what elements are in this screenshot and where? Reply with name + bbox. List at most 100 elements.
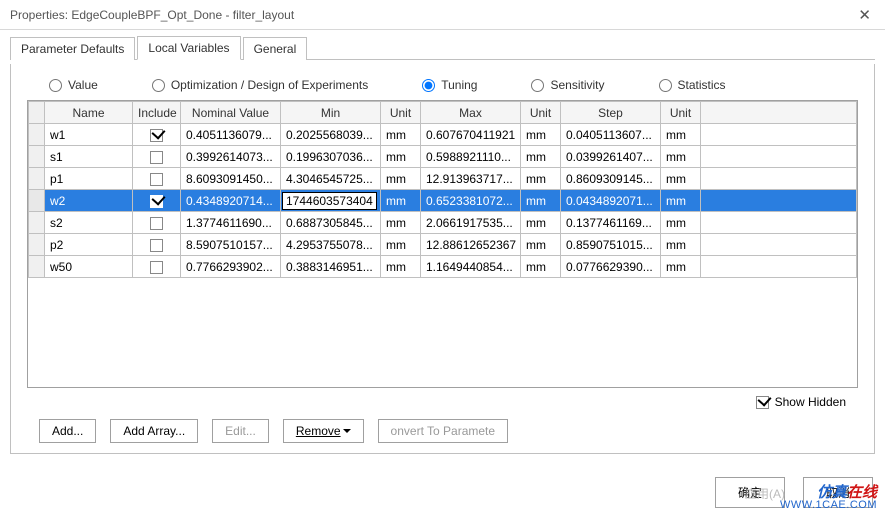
cell-include[interactable]	[133, 234, 181, 256]
min-edit-input[interactable]	[282, 192, 377, 210]
cell-include[interactable]	[133, 256, 181, 278]
cell-unit[interactable]: mm	[381, 146, 421, 168]
include-checkbox[interactable]	[150, 239, 163, 252]
cell-unit[interactable]: mm	[521, 234, 561, 256]
cell-unit[interactable]: mm	[661, 124, 701, 146]
cell-unit[interactable]: mm	[661, 146, 701, 168]
radio-sensitivity[interactable]: Sensitivity	[531, 78, 604, 92]
cell-unit[interactable]: mm	[661, 190, 701, 212]
cell-unit[interactable]: mm	[661, 256, 701, 278]
cell-max[interactable]: 0.6523381072...	[421, 190, 521, 212]
cell-step[interactable]: 0.0405113607...	[561, 124, 661, 146]
cell-min[interactable]	[281, 190, 381, 212]
cell-include[interactable]	[133, 212, 181, 234]
cell-step[interactable]: 0.1377461169...	[561, 212, 661, 234]
cell-name[interactable]: s2	[45, 212, 133, 234]
row-handle[interactable]	[29, 234, 45, 256]
cell-max[interactable]: 1.1649440854...	[421, 256, 521, 278]
ok-button[interactable]: 确定	[715, 477, 785, 508]
include-checkbox[interactable]	[150, 129, 163, 142]
remove-button[interactable]: Remove	[283, 419, 364, 443]
table-row[interactable]: w20.4348920714...mm0.6523381072...mm0.04…	[29, 190, 857, 212]
cell-max[interactable]: 0.5988921110...	[421, 146, 521, 168]
cell-unit[interactable]: mm	[381, 190, 421, 212]
convert-button[interactable]: onvert To Paramete	[378, 419, 509, 443]
cell-nominal[interactable]: 1.3774611690...	[181, 212, 281, 234]
cell-nominal[interactable]: 0.4051136079...	[181, 124, 281, 146]
cell-name[interactable]: w50	[45, 256, 133, 278]
cell-unit[interactable]: mm	[381, 168, 421, 190]
cell-max[interactable]: 0.607670411921	[421, 124, 521, 146]
include-checkbox[interactable]	[150, 195, 163, 208]
include-checkbox[interactable]	[150, 173, 163, 186]
cell-min[interactable]: 4.3046545725...	[281, 168, 381, 190]
cell-step[interactable]: 0.8590751015...	[561, 234, 661, 256]
include-checkbox[interactable]	[150, 217, 163, 230]
edit-button[interactable]: Edit...	[212, 419, 269, 443]
row-handle[interactable]	[29, 256, 45, 278]
cell-unit[interactable]: mm	[381, 124, 421, 146]
cell-include[interactable]	[133, 190, 181, 212]
cell-unit[interactable]: mm	[381, 256, 421, 278]
table-row[interactable]: w500.7766293902...0.3883146951...mm1.164…	[29, 256, 857, 278]
cell-max[interactable]: 2.0661917535...	[421, 212, 521, 234]
col-include[interactable]: Include	[133, 102, 181, 124]
cell-min[interactable]: 0.3883146951...	[281, 256, 381, 278]
col-step[interactable]: Step	[561, 102, 661, 124]
col-unit-3[interactable]: Unit	[661, 102, 701, 124]
cell-unit[interactable]: mm	[661, 212, 701, 234]
row-handle[interactable]	[29, 146, 45, 168]
tab-general[interactable]: General	[243, 37, 308, 60]
cell-name[interactable]: p2	[45, 234, 133, 256]
cell-max[interactable]: 12.913963717...	[421, 168, 521, 190]
col-min[interactable]: Min	[281, 102, 381, 124]
cell-include[interactable]	[133, 168, 181, 190]
show-hidden-checkbox[interactable]: Show Hidden	[756, 395, 846, 409]
cell-unit[interactable]: mm	[521, 146, 561, 168]
radio-optimization[interactable]: Optimization / Design of Experiments	[152, 78, 368, 92]
include-checkbox[interactable]	[150, 261, 163, 274]
cell-nominal[interactable]: 8.6093091450...	[181, 168, 281, 190]
cell-include[interactable]	[133, 146, 181, 168]
cell-name[interactable]: w1	[45, 124, 133, 146]
cell-step[interactable]: 0.0776629390...	[561, 256, 661, 278]
cell-unit[interactable]: mm	[521, 124, 561, 146]
cell-unit[interactable]: mm	[521, 256, 561, 278]
cell-unit[interactable]: mm	[381, 212, 421, 234]
radio-value[interactable]: Value	[49, 78, 98, 92]
cell-step[interactable]: 0.8609309145...	[561, 168, 661, 190]
cell-min[interactable]: 0.1996307036...	[281, 146, 381, 168]
cell-unit[interactable]: mm	[521, 168, 561, 190]
cell-include[interactable]	[133, 124, 181, 146]
cell-unit[interactable]: mm	[521, 190, 561, 212]
cell-name[interactable]: w2	[45, 190, 133, 212]
cell-nominal[interactable]: 0.7766293902...	[181, 256, 281, 278]
cell-nominal[interactable]: 8.5907510157...	[181, 234, 281, 256]
close-icon[interactable]: ✕	[852, 6, 877, 24]
cancel-button[interactable]: 取消	[803, 477, 873, 508]
cell-max[interactable]: 12.88612652367	[421, 234, 521, 256]
row-handle[interactable]	[29, 168, 45, 190]
cell-min[interactable]: 0.6887305845...	[281, 212, 381, 234]
cell-min[interactable]: 0.2025568039...	[281, 124, 381, 146]
cell-nominal[interactable]: 0.3992614073...	[181, 146, 281, 168]
cell-min[interactable]: 4.2953755078...	[281, 234, 381, 256]
tab-local-variables[interactable]: Local Variables	[137, 36, 240, 60]
add-array-button[interactable]: Add Array...	[110, 419, 198, 443]
col-name[interactable]: Name	[45, 102, 133, 124]
row-handle[interactable]	[29, 124, 45, 146]
cell-unit[interactable]: mm	[661, 234, 701, 256]
radio-statistics[interactable]: Statistics	[659, 78, 726, 92]
row-handle[interactable]	[29, 212, 45, 234]
cell-step[interactable]: 0.0434892071...	[561, 190, 661, 212]
table-row[interactable]: s21.3774611690...0.6887305845...mm2.0661…	[29, 212, 857, 234]
row-handle[interactable]	[29, 190, 45, 212]
add-button[interactable]: Add...	[39, 419, 96, 443]
col-nominal[interactable]: Nominal Value	[181, 102, 281, 124]
cell-unit[interactable]: mm	[661, 168, 701, 190]
include-checkbox[interactable]	[150, 151, 163, 164]
cell-step[interactable]: 0.0399261407...	[561, 146, 661, 168]
table-row[interactable]: p18.6093091450...4.3046545725...mm12.913…	[29, 168, 857, 190]
cell-nominal[interactable]: 0.4348920714...	[181, 190, 281, 212]
cell-name[interactable]: p1	[45, 168, 133, 190]
